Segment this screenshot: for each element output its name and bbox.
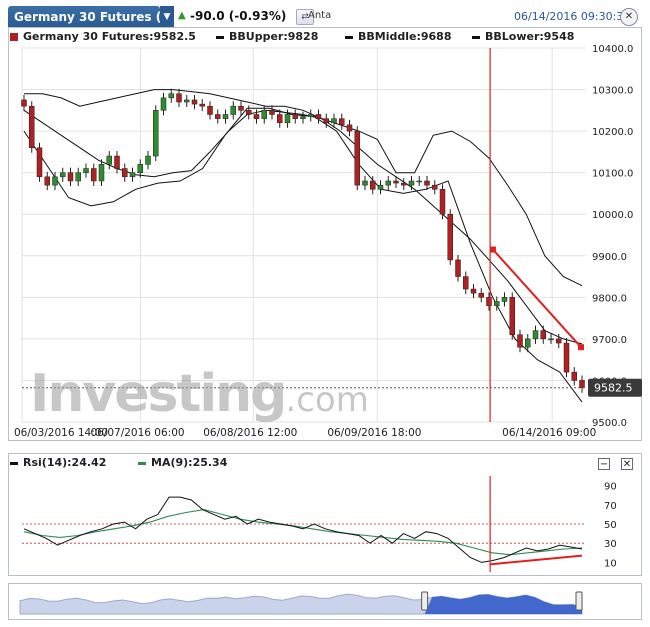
navigator-chart[interactable] bbox=[0, 0, 650, 627]
navigator-handle bbox=[421, 591, 429, 611]
navigator-handle bbox=[575, 591, 583, 611]
